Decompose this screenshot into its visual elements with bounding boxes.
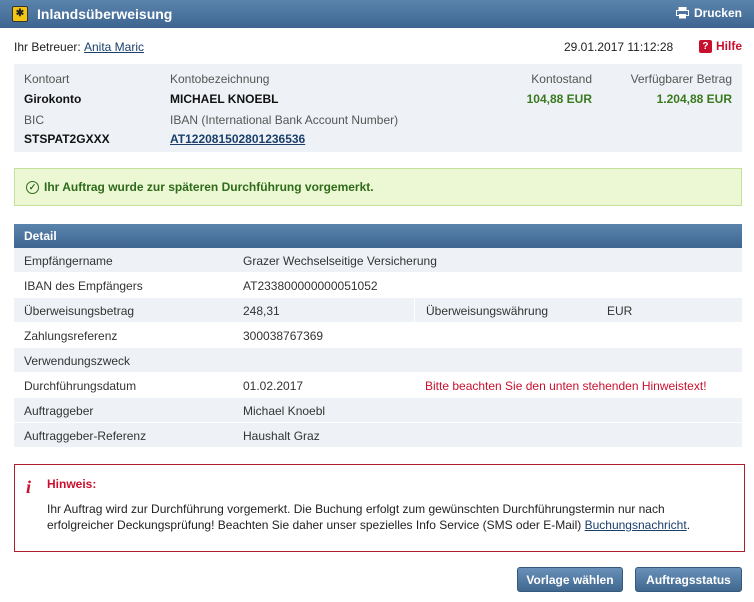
row-label: Verwendungszweck	[24, 354, 131, 368]
detail-table: Empfängername Grazer Wechselseitige Vers…	[14, 248, 742, 448]
info-icon: i	[26, 477, 32, 497]
currency-label: Überweisungswährung	[426, 304, 549, 318]
available-value: 1.204,88 EUR	[656, 92, 732, 106]
print-button[interactable]: Drucken	[675, 6, 742, 20]
checkmark-icon: ✓	[26, 180, 39, 194]
transfer-icon: ✱	[12, 6, 28, 22]
row-label: Durchführungsdatum	[24, 379, 137, 393]
balance-value: 104,88 EUR	[526, 92, 592, 106]
table-row: Auftraggeber Michael Knoebl	[14, 398, 742, 423]
column-divider	[414, 298, 415, 323]
booking-notification-link[interactable]: Buchungsnachricht	[585, 518, 687, 532]
date-warning: Bitte beachten Sie den unten stehenden H…	[425, 379, 707, 393]
balance-label: Kontostand	[531, 72, 592, 86]
iban-link[interactable]: AT122081502801236536	[170, 132, 305, 146]
account-type: Girokonto	[24, 92, 82, 106]
row-label: Überweisungsbetrag	[24, 304, 135, 318]
hint-box: i Hinweis: Ihr Auftrag wird zur Durchfüh…	[14, 464, 745, 552]
hint-text-line2-body: erfolgreicher Deckungsprüfung! Beachten …	[47, 518, 582, 532]
currency-value: EUR	[607, 304, 633, 318]
account-type-label: Kontoart	[24, 72, 70, 86]
account-name: MICHAEL KNOEBL	[170, 92, 279, 106]
row-label: Auftraggeber-Referenz	[24, 429, 147, 443]
order-status-button[interactable]: Auftragsstatus	[635, 567, 742, 592]
account-info: Kontoart Girokonto Kontobezeichnung MICH…	[14, 64, 742, 152]
timestamp: 29.01.2017 11:12:28	[564, 40, 674, 54]
hint-text-line2: erfolgreicher Deckungsprüfung! Beachten …	[47, 518, 690, 532]
row-label: Auftraggeber	[24, 404, 94, 418]
success-text: Ihr Auftrag wurde zur späteren Durchführ…	[44, 180, 374, 194]
table-row: Verwendungszweck	[14, 348, 742, 373]
row-value: AT233800000000051052	[243, 279, 378, 293]
printer-icon	[675, 7, 689, 19]
iban-label: IBAN (International Bank Account Number)	[170, 113, 399, 127]
page-title: Inlandsüberweisung	[37, 6, 173, 22]
available-label: Verfügbarer Betrag	[630, 72, 732, 86]
hint-text-end: .	[686, 518, 691, 532]
print-label: Drucken	[693, 6, 742, 20]
row-label: Empfängername	[24, 254, 113, 268]
row-value: 248,31	[243, 304, 280, 318]
table-row: IBAN des Empfängers AT233800000000051052	[14, 273, 742, 298]
help-button[interactable]: ? Hilfe	[698, 39, 742, 53]
row-value: Grazer Wechselseitige Versicherung	[243, 254, 437, 268]
account-name-label: Kontobezeichnung	[170, 72, 270, 86]
row-label: IBAN des Empfängers	[24, 279, 143, 293]
advisor-label: Ihr Betreuer:	[14, 40, 81, 54]
hint-title: Hinweis:	[47, 477, 97, 491]
row-label: Zahlungsreferenz	[24, 329, 118, 343]
table-row: Zahlungsreferenz 300038767369	[14, 323, 742, 348]
advisor-link[interactable]: Anita Maric	[84, 40, 144, 54]
select-template-button[interactable]: Vorlage wählen	[517, 567, 623, 592]
help-icon: ?	[698, 39, 712, 53]
table-row: Durchführungsdatum 01.02.2017 Bitte beac…	[14, 373, 742, 398]
bic-value: STSPAT2GXXX	[24, 132, 110, 146]
row-value: Haushalt Graz	[243, 429, 320, 443]
table-row: Empfängername Grazer Wechselseitige Vers…	[14, 248, 742, 273]
hint-text-line1: Ihr Auftrag wird zur Durchführung vorgem…	[47, 502, 665, 516]
detail-header: Detail	[14, 224, 742, 248]
bic-label: BIC	[24, 113, 45, 127]
title-bar: ✱ Inlandsüberweisung Drucken	[0, 0, 754, 28]
row-value: Michael Knoebl	[243, 404, 326, 418]
row-value: 300038767369	[243, 329, 324, 343]
table-row: Auftraggeber-Referenz Haushalt Graz	[14, 423, 742, 448]
row-value: 01.02.2017	[243, 379, 304, 393]
success-message: ✓ Ihr Auftrag wurde zur späteren Durchfü…	[14, 168, 742, 206]
advisor-row: Ihr Betreuer: Anita Maric 29.01.2017 11:…	[14, 39, 742, 56]
help-label: Hilfe	[715, 39, 742, 53]
table-row: Überweisungsbetrag 248,31 Überweisungswä…	[14, 298, 742, 323]
